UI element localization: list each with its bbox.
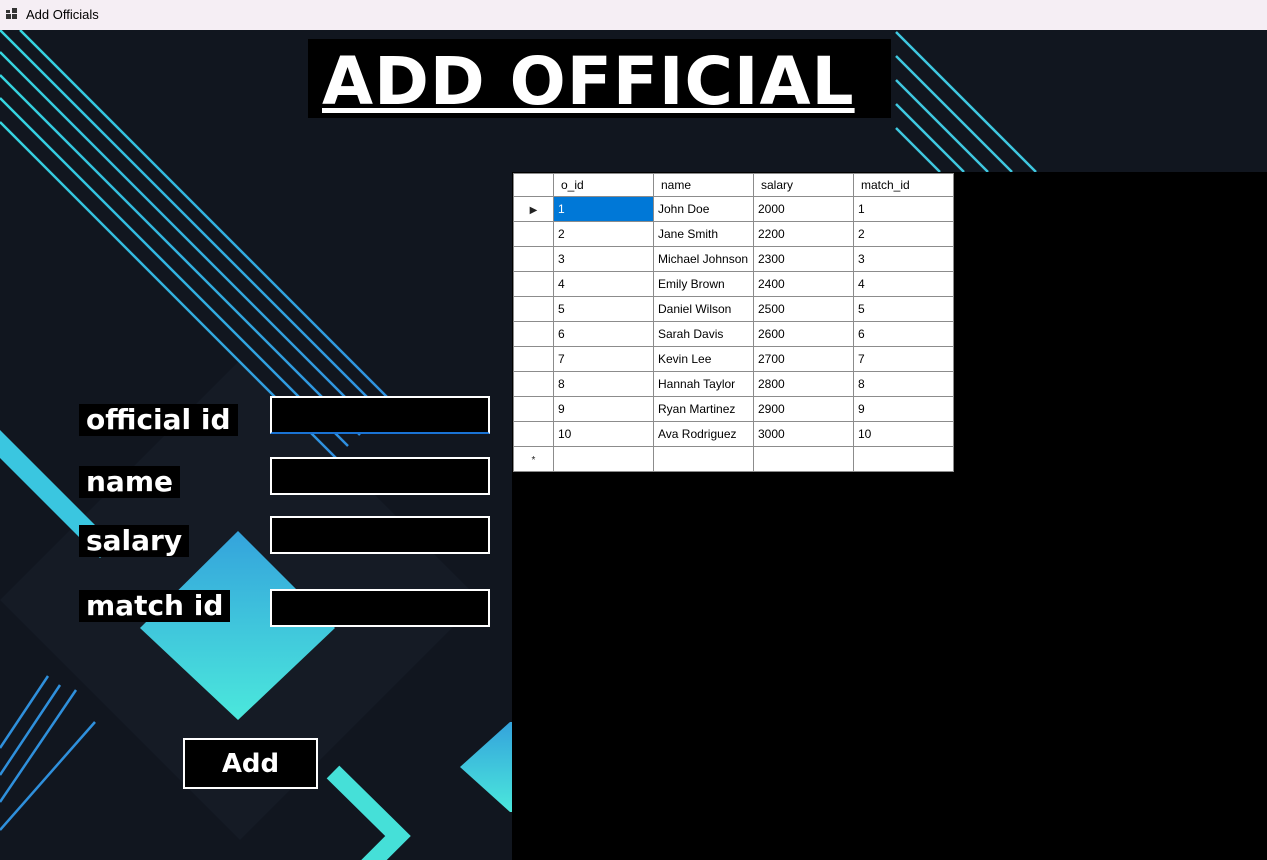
grid-cell-match-id[interactable]: 8 — [853, 371, 954, 397]
grid-cell-o-id[interactable] — [553, 446, 654, 472]
grid-cell-o-id[interactable]: 2 — [553, 221, 654, 247]
grid-cell-salary[interactable]: 2700 — [753, 346, 854, 372]
grid-cell-salary[interactable]: 2900 — [753, 396, 854, 422]
window-title: Add Officials — [26, 7, 99, 22]
grid-cell-name[interactable]: John Doe — [653, 196, 754, 222]
match-id-label: match id — [79, 590, 231, 622]
page-title: ADD OFFICIAL — [322, 43, 855, 120]
grid-cell-salary[interactable]: 2000 — [753, 196, 854, 222]
name-label: name — [79, 466, 180, 498]
table-row[interactable]: 7 Kevin Lee 2700 7 — [513, 346, 954, 372]
grid-cell-match-id[interactable]: 9 — [853, 396, 954, 422]
grid-cell-name[interactable]: Jane Smith — [653, 221, 754, 247]
grid-cell-salary[interactable]: 3000 — [753, 421, 854, 447]
grid-cell-name[interactable]: Sarah Davis — [653, 321, 754, 347]
table-row[interactable]: 9 Ryan Martinez 2900 9 — [513, 396, 954, 422]
row-header-cell[interactable]: * — [513, 446, 554, 472]
grid-cell-name[interactable]: Michael Johnson — [653, 246, 754, 272]
row-header-cell[interactable]: ▶ — [513, 196, 554, 222]
title-bar: Add Officials — [0, 0, 1267, 30]
grid-cell-name[interactable]: Ava Rodriguez — [653, 421, 754, 447]
grid-cell-o-id[interactable]: 3 — [553, 246, 654, 272]
new-row-icon: * — [531, 455, 536, 466]
grid-cell-o-id[interactable]: 9 — [553, 396, 654, 422]
row-header-cell[interactable] — [513, 246, 554, 272]
grid-cell-name[interactable]: Emily Brown — [653, 271, 754, 297]
grid-cell-match-id[interactable]: 10 — [853, 421, 954, 447]
match-id-input[interactable] — [270, 589, 490, 627]
row-header-cell[interactable] — [513, 421, 554, 447]
table-row[interactable]: ▶ 1 John Doe 2000 1 — [513, 196, 954, 222]
grid-cell-match-id[interactable]: 7 — [853, 346, 954, 372]
grid-cell-match-id[interactable] — [853, 446, 954, 472]
grid-cell-match-id[interactable]: 4 — [853, 271, 954, 297]
grid-cell-salary[interactable]: 2800 — [753, 371, 854, 397]
column-header-o-id[interactable]: o_id — [553, 173, 654, 197]
form-canvas: ADD OFFICIAL official id name salary mat… — [0, 30, 1267, 860]
grid-cell-o-id[interactable]: 8 — [553, 371, 654, 397]
grid-cell-salary[interactable]: 2400 — [753, 271, 854, 297]
grid-cell-match-id[interactable]: 1 — [853, 196, 954, 222]
grid-cell-match-id[interactable]: 6 — [853, 321, 954, 347]
row-header-cell[interactable] — [513, 296, 554, 322]
column-header-match-id[interactable]: match_id — [853, 173, 954, 197]
grid-cell-match-id[interactable]: 3 — [853, 246, 954, 272]
grid-cell-name[interactable]: Hannah Taylor — [653, 371, 754, 397]
table-row[interactable]: 5 Daniel Wilson 2500 5 — [513, 296, 954, 322]
app-window-icon — [6, 8, 17, 19]
officials-grid-panel[interactable]: o_id name salary match_id ▶ 1 John Doe 2000… — [512, 172, 1267, 860]
officials-grid[interactable]: o_id name salary match_id ▶ 1 John Doe 2000… — [513, 173, 954, 472]
official-id-label: official id — [79, 404, 238, 436]
grid-cell-name[interactable]: Kevin Lee — [653, 346, 754, 372]
row-header-cell[interactable] — [513, 271, 554, 297]
grid-cell-salary[interactable] — [753, 446, 854, 472]
table-row[interactable]: 3 Michael Johnson 2300 3 — [513, 246, 954, 272]
grid-cell-match-id[interactable]: 2 — [853, 221, 954, 247]
grid-cell-o-id[interactable]: 7 — [553, 346, 654, 372]
row-header-cell[interactable] — [513, 396, 554, 422]
grid-corner-cell[interactable] — [513, 173, 554, 197]
column-header-salary[interactable]: salary — [753, 173, 854, 197]
grid-cell-salary[interactable]: 2300 — [753, 246, 854, 272]
grid-cell-name[interactable]: Daniel Wilson — [653, 296, 754, 322]
table-row[interactable]: 4 Emily Brown 2400 4 — [513, 271, 954, 297]
official-id-input[interactable] — [270, 396, 490, 434]
column-header-name[interactable]: name — [653, 173, 754, 197]
add-button[interactable]: Add — [183, 738, 318, 789]
grid-cell-match-id[interactable]: 5 — [853, 296, 954, 322]
grid-cell-o-id[interactable]: 1 — [553, 196, 654, 222]
grid-cell-salary[interactable]: 2200 — [753, 221, 854, 247]
current-row-icon: ▶ — [529, 205, 538, 216]
table-row[interactable]: 2 Jane Smith 2200 2 — [513, 221, 954, 247]
grid-cell-salary[interactable]: 2600 — [753, 321, 854, 347]
grid-cell-o-id[interactable]: 6 — [553, 321, 654, 347]
table-row[interactable]: 6 Sarah Davis 2600 6 — [513, 321, 954, 347]
grid-cell-o-id[interactable]: 5 — [553, 296, 654, 322]
grid-cell-salary[interactable]: 2500 — [753, 296, 854, 322]
new-row[interactable]: * — [513, 446, 954, 472]
grid-cell-o-id[interactable]: 4 — [553, 271, 654, 297]
table-row[interactable]: 8 Hannah Taylor 2800 8 — [513, 371, 954, 397]
row-header-cell[interactable] — [513, 221, 554, 247]
row-header-cell[interactable] — [513, 321, 554, 347]
row-header-cell[interactable] — [513, 371, 554, 397]
salary-input[interactable] — [270, 516, 490, 554]
name-input[interactable] — [270, 457, 490, 495]
grid-cell-name[interactable]: Ryan Martinez — [653, 396, 754, 422]
grid-cell-o-id[interactable]: 10 — [553, 421, 654, 447]
table-row[interactable]: 10 Ava Rodriguez 3000 10 — [513, 421, 954, 447]
grid-header-row: o_id name salary match_id — [513, 173, 954, 197]
grid-cell-name[interactable] — [653, 446, 754, 472]
salary-label: salary — [79, 525, 190, 557]
row-header-cell[interactable] — [513, 346, 554, 372]
